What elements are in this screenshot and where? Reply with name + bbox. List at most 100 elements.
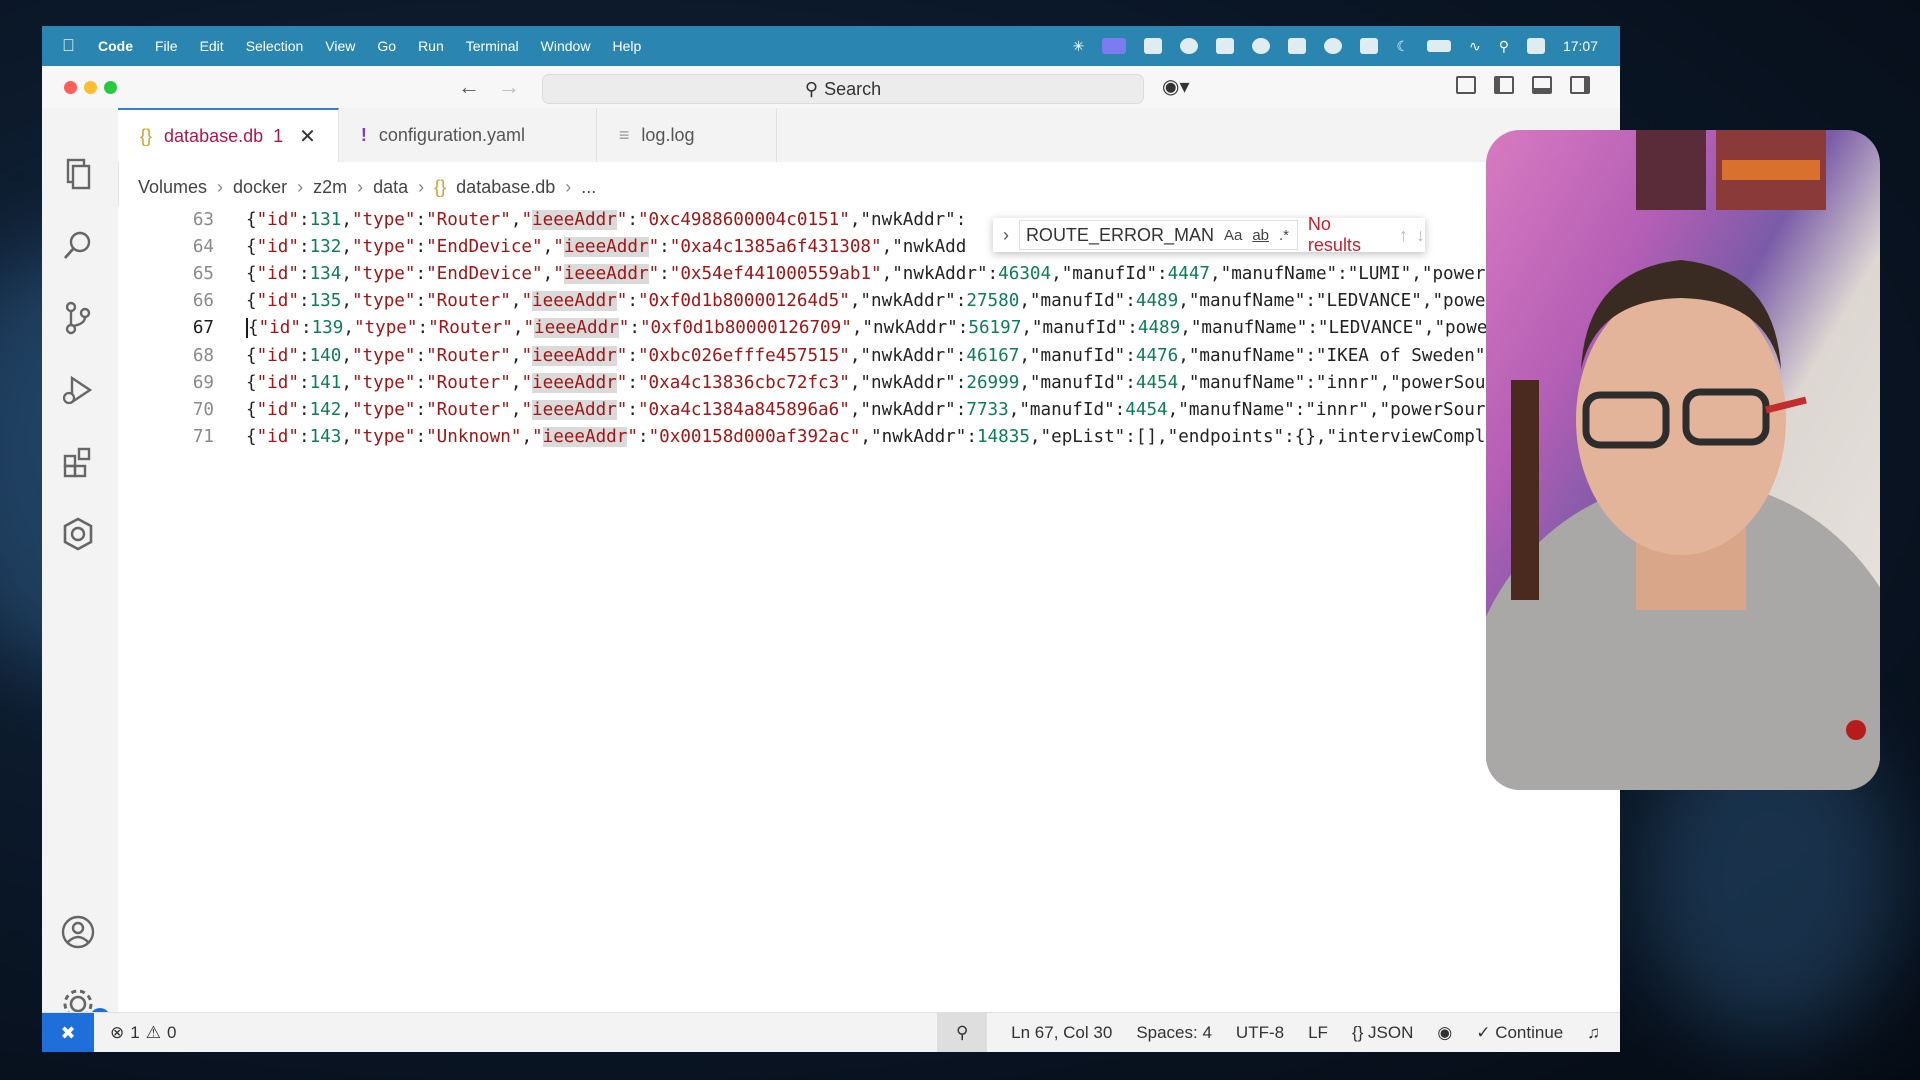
match-case-toggle[interactable]: Aa — [1224, 227, 1242, 244]
close-tab-icon[interactable]: ✕ — [299, 124, 316, 149]
extensions-icon[interactable] — [60, 444, 96, 480]
source-control-icon[interactable] — [60, 300, 96, 336]
timer-icon[interactable] — [1252, 38, 1271, 54]
warning-count: 0 — [166, 1023, 177, 1042]
moon-icon[interactable]: ☾ — [1396, 38, 1409, 55]
toggle-secondary-sidebar-icon[interactable] — [1570, 76, 1590, 94]
code-line[interactable]: 71 {"id":143,"type":"Unknown","ieeeAddr":… — [118, 424, 1485, 451]
mouse-icon[interactable] — [1288, 38, 1307, 54]
chevron-right-icon: › — [297, 176, 304, 197]
clock[interactable]: 17:07 — [1563, 38, 1598, 54]
activity-bar — [42, 108, 119, 1019]
language-mode[interactable]: {} JSON — [1352, 1023, 1413, 1043]
zoom-window-button[interactable] — [104, 81, 117, 94]
code-line[interactable]: 65 {"id":134,"type":"EndDevice","ieeeAddr… — [118, 260, 1485, 287]
screen-share-icon[interactable] — [1102, 38, 1127, 54]
apple-icon[interactable]:  — [62, 36, 90, 56]
control-center-icon[interactable] — [1526, 38, 1545, 54]
breadcrumb-item[interactable]: ... — [581, 177, 596, 198]
tab-configuration-yaml[interactable]: ! configuration.yaml — [339, 108, 597, 162]
breadcrumb-item[interactable]: database.db — [456, 177, 555, 198]
vscode-window:  Code File Edit Selection View Go Run T… — [42, 26, 1620, 1052]
spotlight-icon[interactable]: ⚲ — [1499, 38, 1509, 55]
find-input[interactable]: ROUTE_ERROR_MAN Aa ab .* — [1018, 220, 1298, 250]
match-whole-word-toggle[interactable]: ab — [1252, 227, 1269, 244]
tab-database-db[interactable]: {} database.db 1 ✕ — [118, 108, 339, 162]
chevron-right-icon: › — [565, 176, 572, 197]
wifi-icon[interactable]: ∿ — [1469, 38, 1481, 55]
code-text: {"id":135,"type":"Router","ieeeAddr":"0x… — [246, 291, 1486, 312]
menu-go[interactable]: Go — [377, 38, 396, 54]
continue-button[interactable]: ✓ Continue — [1476, 1023, 1563, 1043]
menu-selection[interactable]: Selection — [246, 38, 304, 54]
indentation[interactable]: Spaces: 4 — [1136, 1023, 1212, 1043]
end-of-line[interactable]: LF — [1308, 1023, 1328, 1043]
breadcrumb-item[interactable]: z2m — [313, 177, 347, 198]
package-icon[interactable] — [1180, 38, 1199, 54]
toggle-panel-icon[interactable] — [1532, 76, 1552, 94]
tab-log-log[interactable]: ≡ log.log — [597, 108, 777, 162]
zoom-icon[interactable]: ⚲ — [937, 1013, 988, 1052]
line-number: 65 — [192, 263, 214, 284]
arrow-down-icon[interactable]: ↓ — [1416, 225, 1425, 246]
menu-run[interactable]: Run — [418, 38, 444, 54]
code-line[interactable]: 66 {"id":135,"type":"Router","ieeeAddr":"… — [118, 288, 1485, 315]
code-line[interactable]: 70 {"id":142,"type":"Router","ieeeAddr":"… — [118, 396, 1485, 423]
breadcrumb-item[interactable]: Volumes — [138, 177, 207, 198]
app-icon[interactable] — [1360, 38, 1379, 54]
notifications-bell-icon[interactable]: ♫ — [1587, 1023, 1600, 1043]
menu-app-name[interactable]: Code — [98, 38, 133, 54]
run-debug-icon[interactable] — [60, 372, 96, 408]
battery-icon[interactable] — [1426, 40, 1451, 52]
toggle-primary-sidebar-icon[interactable] — [1494, 76, 1514, 94]
search-icon[interactable] — [60, 228, 96, 264]
sun-icon[interactable]: ✳ — [1073, 38, 1085, 55]
breadcrumb-item[interactable]: docker — [233, 177, 287, 198]
menu-help[interactable]: Help — [612, 38, 641, 54]
problem-count: 1 — [273, 125, 284, 146]
menu-view[interactable]: View — [325, 38, 355, 54]
remote-explorer-icon[interactable] — [60, 516, 96, 552]
explorer-icon[interactable] — [60, 156, 96, 192]
close-window-button[interactable] — [64, 81, 77, 94]
toggle-replace-icon[interactable]: › — [993, 225, 1019, 246]
editor-area[interactable]: 63 {"id":131,"type":"Router","ieeeAddr":"… — [118, 206, 1620, 1048]
use-regex-toggle[interactable]: .* — [1279, 227, 1289, 244]
code-line[interactable]: 69 {"id":141,"type":"Router","ieeeAddr":"… — [118, 369, 1485, 396]
layout-controls — [1456, 76, 1590, 94]
line-number: 71 — [192, 427, 214, 448]
code-line[interactable]: 67 {"id":139,"type":"Router","ieeeAddr":"… — [118, 315, 1487, 342]
customize-layout-icon[interactable] — [1456, 76, 1476, 94]
encoding[interactable]: UTF-8 — [1236, 1023, 1284, 1043]
remote-indicator-icon[interactable]: ✖ — [42, 1013, 94, 1052]
back-arrow-icon[interactable]: ← — [458, 74, 480, 100]
search-icon: ⚲ — [804, 78, 819, 99]
menubar-tray: ✳ ☾ ∿ ⚲ 17:07 — [1073, 38, 1620, 55]
menu-edit[interactable]: Edit — [200, 38, 224, 54]
code-line[interactable]: 63 {"id":131,"type":"Router","ieeeAddr":"… — [118, 206, 966, 233]
cloud-icon[interactable] — [1324, 38, 1343, 54]
minimize-window-button[interactable] — [84, 81, 97, 94]
code-line[interactable]: 68 {"id":140,"type":"Router","ieeeAddr":"… — [118, 342, 1485, 369]
menu-window[interactable]: Window — [541, 38, 591, 54]
copilot-status-icon[interactable]: ◉ — [1437, 1023, 1452, 1043]
menu-file[interactable]: File — [155, 38, 178, 54]
cursor-position[interactable]: Ln 67, Col 30 — [1011, 1023, 1112, 1043]
breadcrumb-item[interactable]: data — [373, 177, 408, 198]
font-icon[interactable] — [1144, 38, 1163, 54]
accounts-icon[interactable] — [60, 914, 96, 950]
menu-terminal[interactable]: Terminal — [466, 38, 519, 54]
chevron-right-icon: › — [217, 176, 224, 197]
forward-arrow-icon[interactable]: → — [498, 74, 520, 100]
command-center-search[interactable]: ⚲ Search — [542, 74, 1144, 104]
yaml-file-icon: ! — [360, 124, 367, 145]
arrow-up-icon[interactable]: ↑ — [1399, 225, 1408, 246]
copilot-icon[interactable]: ◉▾ — [1162, 74, 1190, 99]
error-icon: ⊗ — [110, 1023, 125, 1042]
cat-icon[interactable] — [1216, 38, 1235, 54]
command-center-label: Search — [824, 78, 882, 99]
log-file-icon: ≡ — [618, 124, 630, 145]
tab-label: log.log — [641, 124, 695, 145]
code-line[interactable]: 64 {"id":132,"type":"EndDevice","ieeeAddr… — [118, 233, 966, 260]
problems-indicator[interactable]: ⊗ 1 ⚠ 0 — [110, 1023, 176, 1043]
